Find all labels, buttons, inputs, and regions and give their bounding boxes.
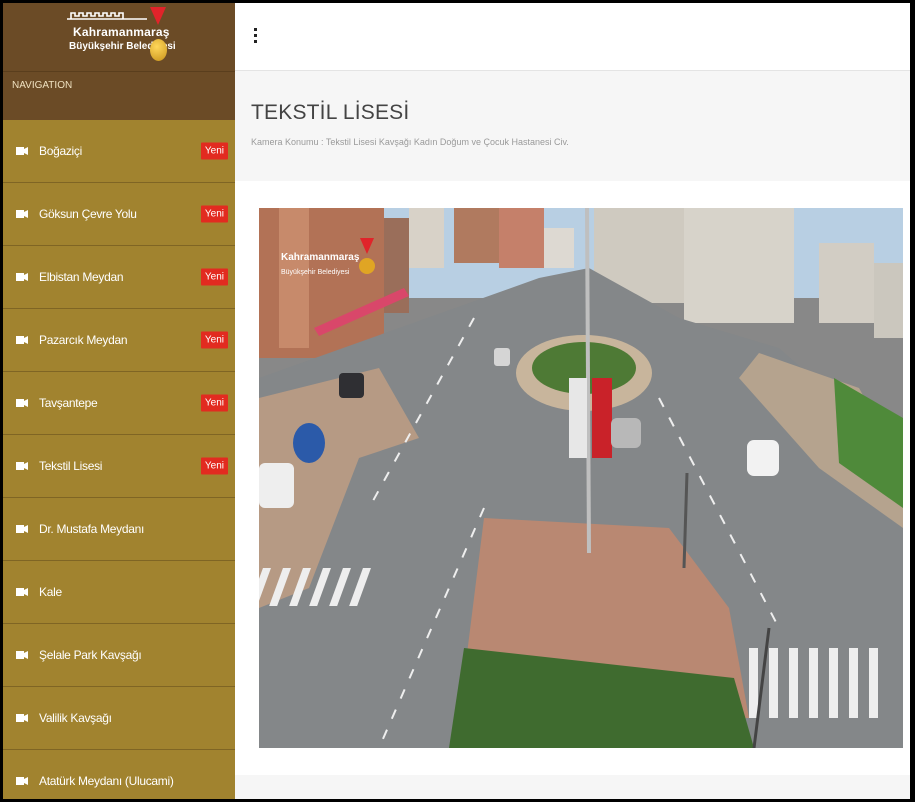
camera-icon	[16, 273, 28, 281]
sidebar-item-label: Atatürk Meydanı (Ulucami)	[39, 774, 174, 788]
sidebar-item-dr-mustafa-meydan[interactable]: Dr. Mustafa Meydanı	[3, 498, 235, 561]
camera-icon	[16, 588, 28, 596]
sidebar-item-pazarc-k-meydan[interactable]: Pazarcık Meydan Yeni	[3, 309, 235, 372]
camera-location: Kamera Konumu : Tekstil Lisesi Kavşağı K…	[251, 137, 569, 147]
nav-heading-label: NAVIGATION	[12, 80, 73, 91]
camera-watermark-line1: Kahramanmaraş	[281, 252, 360, 263]
camera-icon	[16, 714, 28, 722]
ribbon-icon	[150, 7, 166, 25]
logo-line1: Kahramanmaraş	[73, 25, 170, 39]
sidebar: Kahramanmaraş Büyükşehir Belediyesi NAVI…	[3, 3, 235, 799]
sidebar-item-label: Dr. Mustafa Meydanı	[39, 522, 145, 536]
sidebar-item-label: Tekstil Lisesi	[39, 459, 103, 473]
camera-icon	[16, 399, 28, 407]
camera-icon	[16, 336, 28, 344]
nav-list: Boğaziçi Yeni Göksun Çevre Yolu Yeni Elbista…	[3, 120, 235, 799]
sidebar-item-bo-azi-i[interactable]: Boğaziçi Yeni	[3, 120, 235, 183]
camera-icon	[16, 651, 28, 659]
main-content: TEKSTİL LİSESİ Kamera Konumu : Tekstil L…	[235, 71, 910, 799]
camera-feed[interactable]: Kahramanmaraş Büyükşehir Belediyesi	[259, 208, 903, 748]
sidebar-item-label: Valilik Kavşağı	[39, 711, 112, 725]
new-badge: Yeni	[200, 205, 228, 223]
top-bar	[235, 3, 910, 71]
camera-icon	[16, 777, 28, 785]
sidebar-item-kale[interactable]: Kale	[3, 561, 235, 624]
camera-icon	[16, 525, 28, 533]
new-badge: Yeni	[200, 457, 228, 475]
menu-kebab-icon[interactable]	[253, 28, 259, 46]
sidebar-item-elale-park-kav-a[interactable]: Şelale Park Kavşağı	[3, 624, 235, 687]
camera-icon	[16, 210, 28, 218]
sidebar-item-tekstil-lisesi[interactable]: Tekstil Lisesi Yeni	[3, 435, 235, 498]
new-badge: Yeni	[200, 142, 228, 160]
new-badge: Yeni	[200, 331, 228, 349]
sidebar-item-g-ksun-evre-yolu[interactable]: Göksun Çevre Yolu Yeni	[3, 183, 235, 246]
camera-icon	[16, 462, 28, 470]
sidebar-item-label: Kale	[39, 585, 62, 599]
camera-panel: Kahramanmaraş Büyükşehir Belediyesi	[235, 181, 910, 775]
medal-icon	[150, 39, 167, 61]
sidebar-item-tav-antepe[interactable]: Tavşantepe Yeni	[3, 372, 235, 435]
sidebar-item-valilik-kav-a[interactable]: Valilik Kavşağı	[3, 687, 235, 750]
sidebar-item-label: Boğaziçi	[39, 144, 82, 158]
municipality-logo[interactable]: Kahramanmaraş Büyükşehir Belediyesi	[3, 3, 235, 71]
nav-heading: NAVIGATION	[3, 71, 235, 120]
sidebar-item-atat-rk-meydan-ulucami[interactable]: Atatürk Meydanı (Ulucami)	[3, 750, 235, 799]
camera-watermark-line2: Büyükşehir Belediyesi	[281, 269, 350, 276]
sidebar-item-label: Tavşantepe	[39, 396, 98, 410]
sidebar-item-label: Pazarcık Meydan	[39, 333, 128, 347]
sidebar-item-label: Elbistan Meydan	[39, 270, 124, 284]
app-frame: Kahramanmaraş Büyükşehir Belediyesi NAVI…	[3, 3, 910, 799]
new-badge: Yeni	[200, 268, 228, 286]
camera-scene: Kahramanmaraş Büyükşehir Belediyesi	[259, 208, 903, 748]
page-title: TEKSTİL LİSESİ	[251, 101, 410, 124]
sidebar-item-label: Göksun Çevre Yolu	[39, 207, 137, 221]
castle-icon	[67, 12, 147, 20]
sidebar-item-elbistan-meydan[interactable]: Elbistan Meydan Yeni	[3, 246, 235, 309]
new-badge: Yeni	[200, 394, 228, 412]
camera-icon	[16, 147, 28, 155]
sidebar-item-label: Şelale Park Kavşağı	[39, 648, 142, 662]
